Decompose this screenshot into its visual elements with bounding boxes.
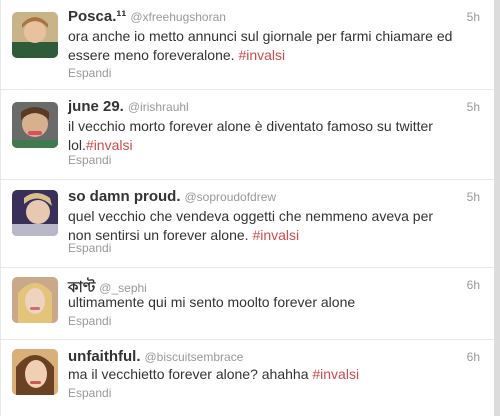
tweet-header: june 29. @irishrauhl 5h bbox=[68, 98, 480, 118]
avatar[interactable] bbox=[12, 12, 58, 58]
hashtag-link[interactable]: #invalsi bbox=[238, 47, 285, 63]
hashtag-link[interactable]: #invalsi bbox=[86, 137, 133, 153]
username[interactable]: @xfreehugshoran bbox=[130, 10, 226, 24]
tweet-text: il vecchio morto forever alone è diventa… bbox=[68, 117, 458, 155]
tweet-body: ultimamente qui mi sento moolto forever … bbox=[68, 294, 356, 310]
tweet-item[interactable]: unfaithful. @biscuitsembrace 6h ma il vec… bbox=[1, 340, 494, 416]
display-name[interactable]: so damn proud. bbox=[68, 188, 181, 205]
tweet-timeline: Posca.¹¹ @xfreehugshoran 5h ora anche io … bbox=[0, 0, 500, 416]
expand-link[interactable]: Espandi bbox=[68, 314, 111, 328]
timestamp[interactable]: 5h bbox=[467, 190, 480, 204]
tweet-item[interactable]: june 29. @irishrauhl 5h il vecchio morto … bbox=[1, 90, 494, 180]
display-name[interactable]: june 29. bbox=[68, 98, 124, 115]
tweet-body: quel vecchio che vendeva oggetti che nem… bbox=[68, 208, 434, 243]
timestamp[interactable]: 6h bbox=[467, 350, 480, 364]
tweet-text: ma il vecchietto forever alone? ahahha #… bbox=[68, 365, 458, 384]
avatar[interactable] bbox=[12, 102, 58, 148]
tweet-item[interactable]: কাণ্ট @_sephi 6h ultimamente qui mi sento… bbox=[1, 268, 494, 340]
tweet-body: ma il vecchietto forever alone? ahahha bbox=[68, 366, 309, 382]
avatar[interactable] bbox=[12, 349, 58, 395]
expand-link[interactable]: Espandi bbox=[68, 241, 111, 255]
username[interactable]: @irishrauhl bbox=[128, 100, 189, 114]
tweet-item[interactable]: so damn proud. @soproudofdrew 5h quel vec… bbox=[1, 180, 494, 268]
tweet-item[interactable]: Posca.¹¹ @xfreehugshoran 5h ora anche io … bbox=[1, 0, 494, 90]
tweet-header: Posca.¹¹ @xfreehugshoran 5h bbox=[68, 8, 480, 28]
expand-link[interactable]: Espandi bbox=[68, 386, 111, 400]
hashtag-link[interactable]: #invalsi bbox=[312, 366, 359, 382]
timestamp[interactable]: 6h bbox=[467, 278, 480, 292]
avatar[interactable] bbox=[12, 190, 58, 236]
username[interactable]: @soproudofdrew bbox=[185, 190, 277, 204]
expand-link[interactable]: Espandi bbox=[68, 66, 111, 80]
timestamp[interactable]: 5h bbox=[467, 10, 480, 24]
tweet-text: quel vecchio che vendeva oggetti che nem… bbox=[68, 207, 458, 245]
tweet-header: so damn proud. @soproudofdrew 5h bbox=[68, 188, 480, 208]
hashtag-link[interactable]: #invalsi bbox=[252, 227, 299, 243]
avatar[interactable] bbox=[12, 277, 58, 323]
display-name[interactable]: Posca.¹¹ bbox=[68, 8, 126, 25]
tweet-text: ultimamente qui mi sento moolto forever … bbox=[68, 293, 458, 312]
username[interactable]: @biscuitsembrace bbox=[144, 350, 243, 364]
display-name[interactable]: unfaithful. bbox=[68, 348, 140, 365]
timestamp[interactable]: 5h bbox=[467, 100, 480, 114]
expand-link[interactable]: Espandi bbox=[68, 153, 111, 167]
tweet-text: ora anche io metto annunci sul giornale … bbox=[68, 27, 458, 65]
